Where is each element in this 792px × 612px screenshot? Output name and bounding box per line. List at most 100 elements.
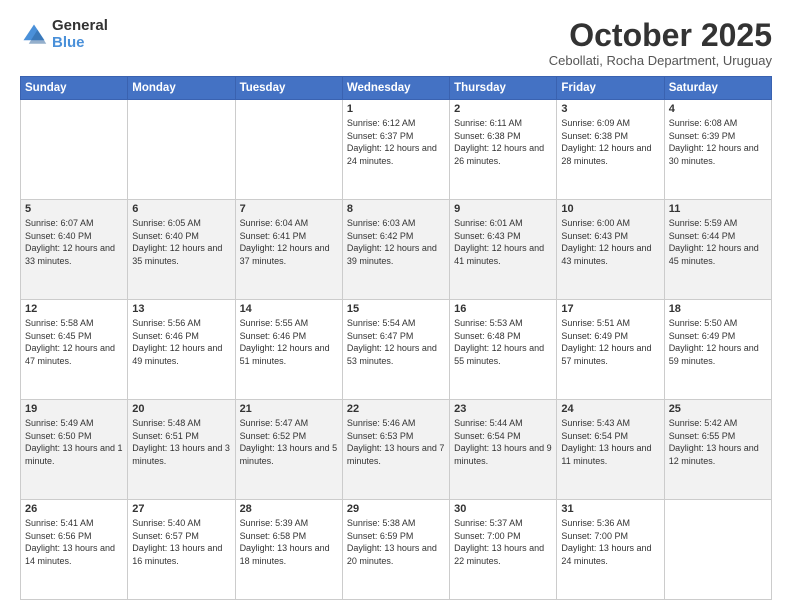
day-number: 29	[347, 503, 445, 515]
day-number: 15	[347, 303, 445, 315]
table-row: 8 Sunrise: 6:03 AM Sunset: 6:42 PM Daylig…	[342, 200, 449, 300]
day-number: 27	[132, 503, 230, 515]
table-row: 14 Sunrise: 5:55 AM Sunset: 6:46 PM Dayli…	[235, 300, 342, 400]
col-wednesday: Wednesday	[342, 77, 449, 100]
day-info: Sunrise: 5:37 AM Sunset: 7:00 PM Dayligh…	[454, 517, 552, 567]
day-number: 10	[561, 203, 659, 215]
table-row: 5Sunrise: 6:07 AM Sunset: 6:40 PM Daylig…	[21, 200, 128, 300]
calendar-week-row: 1 Sunrise: 6:12 AM Sunset: 6:37 PM Daylig…	[21, 100, 772, 200]
table-row: 7 Sunrise: 6:04 AM Sunset: 6:41 PM Daylig…	[235, 200, 342, 300]
table-row	[664, 500, 771, 600]
day-info: Sunrise: 5:48 AM Sunset: 6:51 PM Dayligh…	[132, 417, 230, 467]
day-info: Sunrise: 5:59 AM Sunset: 6:44 PM Dayligh…	[669, 217, 767, 267]
day-number: 8	[347, 203, 445, 215]
page: General Blue October 2025 Cebollati, Roc…	[0, 0, 792, 612]
table-row: 3Sunrise: 6:09 AM Sunset: 6:38 PM Daylig…	[557, 100, 664, 200]
table-row: 18 Sunrise: 5:50 AM Sunset: 6:49 PM Dayli…	[664, 300, 771, 400]
day-number: 23	[454, 403, 552, 415]
day-info: Sunrise: 5:44 AM Sunset: 6:54 PM Dayligh…	[454, 417, 552, 467]
day-info: Sunrise: 5:47 AM Sunset: 6:52 PM Dayligh…	[240, 417, 338, 467]
day-info: Sunrise: 5:55 AM Sunset: 6:46 PM Dayligh…	[240, 317, 338, 367]
col-saturday: Saturday	[664, 77, 771, 100]
col-thursday: Thursday	[450, 77, 557, 100]
day-number: 22	[347, 403, 445, 415]
day-number: 21	[240, 403, 338, 415]
day-info: Sunrise: 5:51 AM Sunset: 6:49 PM Dayligh…	[561, 317, 659, 367]
table-row: 16Sunrise: 5:53 AM Sunset: 6:48 PM Dayli…	[450, 300, 557, 400]
day-number: 7	[240, 203, 338, 215]
table-row: 10Sunrise: 6:00 AM Sunset: 6:43 PM Dayli…	[557, 200, 664, 300]
table-row: 30Sunrise: 5:37 AM Sunset: 7:00 PM Dayli…	[450, 500, 557, 600]
table-row	[128, 100, 235, 200]
day-info: Sunrise: 6:12 AM Sunset: 6:37 PM Dayligh…	[347, 117, 445, 167]
table-row: 22 Sunrise: 5:46 AM Sunset: 6:53 PM Dayli…	[342, 400, 449, 500]
day-number: 14	[240, 303, 338, 315]
col-monday: Monday	[128, 77, 235, 100]
table-row	[21, 100, 128, 200]
day-info: Sunrise: 6:04 AM Sunset: 6:41 PM Dayligh…	[240, 217, 338, 267]
table-row: 24Sunrise: 5:43 AM Sunset: 6:54 PM Dayli…	[557, 400, 664, 500]
calendar-table: Sunday Monday Tuesday Wednesday Thursday…	[20, 76, 772, 600]
table-row: 9 Sunrise: 6:01 AM Sunset: 6:43 PM Daylig…	[450, 200, 557, 300]
calendar-subtitle: Cebollati, Rocha Department, Uruguay	[549, 53, 772, 68]
day-info: Sunrise: 6:08 AM Sunset: 6:39 PM Dayligh…	[669, 117, 767, 167]
table-row: 19 Sunrise: 5:49 AM Sunset: 6:50 PM Dayli…	[21, 400, 128, 500]
day-number: 18	[669, 303, 767, 315]
day-number: 2	[454, 103, 552, 115]
day-info: Sunrise: 5:54 AM Sunset: 6:47 PM Dayligh…	[347, 317, 445, 367]
table-row: 15 Sunrise: 5:54 AM Sunset: 6:47 PM Dayli…	[342, 300, 449, 400]
table-row: 20 Sunrise: 5:48 AM Sunset: 6:51 PM Dayli…	[128, 400, 235, 500]
day-number: 9	[454, 203, 552, 215]
col-sunday: Sunday	[21, 77, 128, 100]
day-info: Sunrise: 5:36 AM Sunset: 7:00 PM Dayligh…	[561, 517, 659, 567]
table-row: 28 Sunrise: 5:39 AM Sunset: 6:58 PM Dayli…	[235, 500, 342, 600]
table-row: 23 Sunrise: 5:44 AM Sunset: 6:54 PM Dayli…	[450, 400, 557, 500]
day-info: Sunrise: 5:40 AM Sunset: 6:57 PM Dayligh…	[132, 517, 230, 567]
table-row: 31 Sunrise: 5:36 AM Sunset: 7:00 PM Dayli…	[557, 500, 664, 600]
day-number: 20	[132, 403, 230, 415]
day-number: 31	[561, 503, 659, 515]
table-row: 26Sunrise: 5:41 AM Sunset: 6:56 PM Dayli…	[21, 500, 128, 600]
calendar-week-row: 19 Sunrise: 5:49 AM Sunset: 6:50 PM Dayli…	[21, 400, 772, 500]
day-info: Sunrise: 5:46 AM Sunset: 6:53 PM Dayligh…	[347, 417, 445, 467]
table-row: 13 Sunrise: 5:56 AM Sunset: 6:46 PM Dayli…	[128, 300, 235, 400]
day-number: 6	[132, 203, 230, 215]
day-info: Sunrise: 5:53 AM Sunset: 6:48 PM Dayligh…	[454, 317, 552, 367]
logo-blue-text: Blue	[52, 35, 108, 52]
logo-general-text: General	[52, 18, 108, 35]
table-row: 17 Sunrise: 5:51 AM Sunset: 6:49 PM Dayli…	[557, 300, 664, 400]
day-number: 26	[25, 503, 123, 515]
day-number: 19	[25, 403, 123, 415]
calendar-week-row: 12Sunrise: 5:58 AM Sunset: 6:45 PM Dayli…	[21, 300, 772, 400]
day-info: Sunrise: 5:39 AM Sunset: 6:58 PM Dayligh…	[240, 517, 338, 567]
day-info: Sunrise: 6:11 AM Sunset: 6:38 PM Dayligh…	[454, 117, 552, 167]
day-number: 5	[25, 203, 123, 215]
day-number: 11	[669, 203, 767, 215]
table-row: 11 Sunrise: 5:59 AM Sunset: 6:44 PM Dayli…	[664, 200, 771, 300]
table-row: 27 Sunrise: 5:40 AM Sunset: 6:57 PM Dayli…	[128, 500, 235, 600]
day-number: 3	[561, 103, 659, 115]
table-row: 4 Sunrise: 6:08 AM Sunset: 6:39 PM Daylig…	[664, 100, 771, 200]
day-number: 17	[561, 303, 659, 315]
logo-text: General Blue	[52, 18, 108, 51]
col-tuesday: Tuesday	[235, 77, 342, 100]
day-info: Sunrise: 5:42 AM Sunset: 6:55 PM Dayligh…	[669, 417, 767, 467]
day-info: Sunrise: 5:49 AM Sunset: 6:50 PM Dayligh…	[25, 417, 123, 467]
day-info: Sunrise: 5:56 AM Sunset: 6:46 PM Dayligh…	[132, 317, 230, 367]
logo-icon	[20, 21, 48, 49]
day-info: Sunrise: 6:03 AM Sunset: 6:42 PM Dayligh…	[347, 217, 445, 267]
day-number: 13	[132, 303, 230, 315]
day-info: Sunrise: 6:01 AM Sunset: 6:43 PM Dayligh…	[454, 217, 552, 267]
calendar-title: October 2025	[549, 18, 772, 53]
day-number: 1	[347, 103, 445, 115]
day-info: Sunrise: 5:50 AM Sunset: 6:49 PM Dayligh…	[669, 317, 767, 367]
table-row: 29 Sunrise: 5:38 AM Sunset: 6:59 PM Dayli…	[342, 500, 449, 600]
day-info: Sunrise: 5:38 AM Sunset: 6:59 PM Dayligh…	[347, 517, 445, 567]
top-header: General Blue October 2025 Cebollati, Roc…	[20, 18, 772, 68]
day-number: 28	[240, 503, 338, 515]
table-row: 2 Sunrise: 6:11 AM Sunset: 6:38 PM Daylig…	[450, 100, 557, 200]
table-row: 25 Sunrise: 5:42 AM Sunset: 6:55 PM Dayli…	[664, 400, 771, 500]
col-friday: Friday	[557, 77, 664, 100]
day-number: 25	[669, 403, 767, 415]
day-number: 4	[669, 103, 767, 115]
